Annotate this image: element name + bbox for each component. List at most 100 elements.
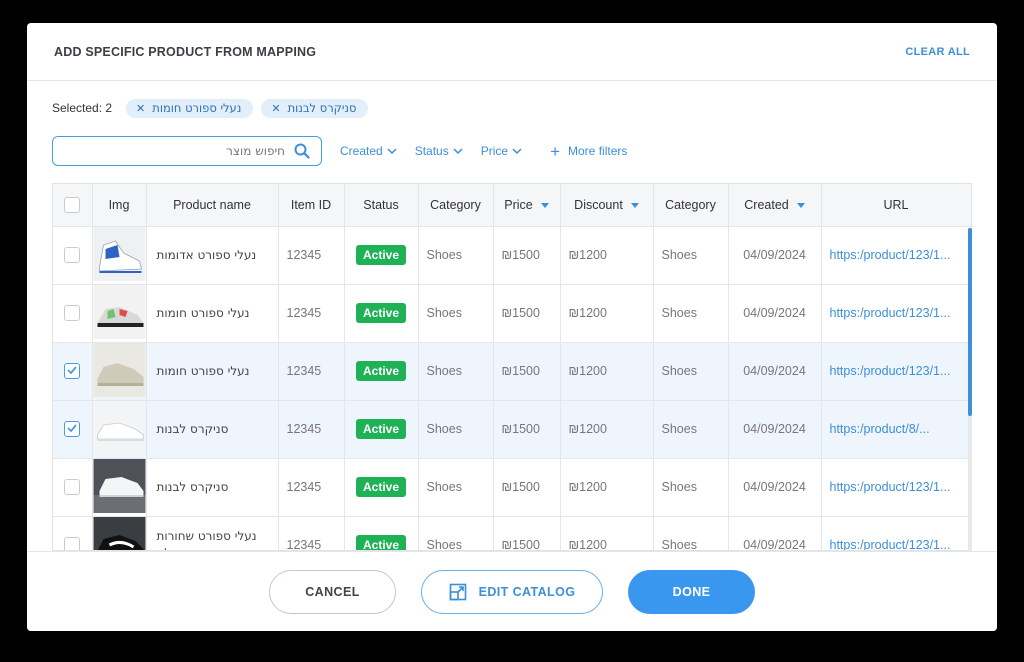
select-all-checkbox[interactable] xyxy=(53,184,93,227)
product-thumbnail xyxy=(93,284,145,339)
filter-created[interactable]: Created xyxy=(340,144,397,158)
checkbox-icon[interactable] xyxy=(64,247,81,263)
product-thumbnail xyxy=(93,342,145,397)
filter-status[interactable]: Status xyxy=(415,144,463,158)
discount: ₪1200 xyxy=(560,516,654,550)
item-id: 12345 xyxy=(278,284,345,343)
product-url-link[interactable]: https:/product/123/1... xyxy=(821,284,971,343)
item-id: 12345 xyxy=(278,400,345,459)
edit-catalog-button[interactable]: EDIT CATALOG xyxy=(421,570,603,614)
product-name: סניקרס לבנות xyxy=(146,458,279,517)
category: Shoes xyxy=(418,516,494,550)
column-label: Created xyxy=(744,197,789,212)
product-name: נעלי ספורט שחורות במהדורה מוגבלת xyxy=(146,516,279,550)
product-thumbnail xyxy=(93,226,145,281)
price: ₪1500 xyxy=(493,516,561,550)
table-row[interactable]: נעלי ספורט חומות 12345 Active Shoes ₪1500 ₪12… xyxy=(53,284,971,343)
chevron-down-icon xyxy=(453,148,463,154)
status-badge: Active xyxy=(355,419,407,439)
selected-chip[interactable]: ✕ נעלי ספורט חומות xyxy=(126,98,254,118)
status-badge: Active xyxy=(355,361,407,381)
filter-label: Created xyxy=(340,144,383,158)
products-table: Img Product name Item ID Status Category… xyxy=(52,183,972,551)
created-date: 04/09/2024 xyxy=(728,226,822,285)
filter-label: Status xyxy=(414,144,449,158)
table-header: Img Product name Item ID Status Category… xyxy=(53,184,971,227)
product-url-link[interactable]: https:/product/123/1... xyxy=(821,342,971,401)
category: Shoes xyxy=(418,400,494,459)
column-header-discount[interactable]: Discount xyxy=(560,184,654,227)
clear-all-button[interactable]: CLEAR ALL xyxy=(905,46,970,58)
price: ₪1500 xyxy=(493,400,561,459)
sort-icon[interactable] xyxy=(796,202,805,208)
column-header-price[interactable]: Price xyxy=(493,184,561,227)
table-row[interactable]: סניקרס לבנות 12345 Active Shoes ₪1500 ₪1200 Sh… xyxy=(53,400,971,459)
filter-price[interactable]: Price xyxy=(481,144,522,158)
product-image xyxy=(92,284,147,343)
created-date: 04/09/2024 xyxy=(728,516,822,550)
sort-icon[interactable] xyxy=(630,202,639,208)
checkbox-icon[interactable] xyxy=(64,421,81,437)
product-image xyxy=(92,342,147,401)
checkbox-icon[interactable] xyxy=(64,305,81,321)
sort-icon[interactable] xyxy=(540,202,549,208)
cancel-button[interactable]: CANCEL xyxy=(269,570,396,614)
row-checkbox[interactable] xyxy=(53,516,93,550)
checkbox-icon[interactable] xyxy=(64,363,81,379)
category-secondary: Shoes xyxy=(653,284,729,343)
category-secondary: Shoes xyxy=(653,226,729,285)
product-thumbnail xyxy=(93,400,145,455)
status-cell: Active xyxy=(344,400,419,459)
row-checkbox[interactable] xyxy=(53,226,93,285)
checkbox-icon[interactable] xyxy=(64,196,81,213)
product-url-link[interactable]: https:/product/123/1... xyxy=(821,458,971,517)
scrollbar-thumb[interactable] xyxy=(968,228,972,416)
chevron-down-icon xyxy=(387,148,397,154)
search-icon[interactable] xyxy=(294,143,310,159)
selected-count: Selected: 2 xyxy=(52,101,113,115)
close-icon[interactable]: ✕ xyxy=(271,102,280,115)
column-header: Item ID xyxy=(278,184,345,227)
row-checkbox[interactable] xyxy=(53,458,93,517)
product-url-link[interactable]: https:/product/123/1... xyxy=(821,516,971,550)
table-scrollbar[interactable] xyxy=(968,228,972,572)
modal-title: ADD SPECIFIC PRODUCT FROM MAPPING xyxy=(54,45,317,59)
status-badge: Active xyxy=(355,303,407,323)
close-icon[interactable]: ✕ xyxy=(136,102,145,115)
search-input[interactable] xyxy=(63,142,285,160)
more-filters-button[interactable]: + More filters xyxy=(550,143,627,160)
more-filters-label: More filters xyxy=(568,144,628,158)
search-box[interactable] xyxy=(52,136,322,166)
item-id: 12345 xyxy=(278,226,345,285)
column-header: Img xyxy=(92,184,147,227)
status-badge: Active xyxy=(355,245,407,265)
column-header-created[interactable]: Created xyxy=(728,184,822,227)
row-checkbox[interactable] xyxy=(53,284,93,343)
table-row[interactable]: סניקרס לבנות 12345 Active Shoes ₪1500 ₪1200 Sh… xyxy=(53,458,971,517)
item-id: 12345 xyxy=(278,516,345,550)
table-row[interactable]: נעלי ספורט שחורות במהדורה מוגבלת12345 Act… xyxy=(53,516,971,550)
selected-chip[interactable]: ✕ סניקרס לבנות xyxy=(261,98,369,118)
discount: ₪1200 xyxy=(560,226,654,285)
status-cell: Active xyxy=(344,226,419,285)
status-badge: Active xyxy=(355,477,407,497)
table-row[interactable]: נעלי ספורט אדומות 12345 Active Shoes ₪1500 ₪1… xyxy=(53,226,971,285)
price: ₪1500 xyxy=(493,284,561,343)
edit-catalog-label: EDIT CATALOG xyxy=(478,585,576,599)
product-url-link[interactable]: https:/product/123/1... xyxy=(821,226,971,285)
row-checkbox[interactable] xyxy=(53,342,93,401)
checkbox-icon[interactable] xyxy=(64,537,81,550)
discount: ₪1200 xyxy=(560,342,654,401)
row-checkbox[interactable] xyxy=(53,400,93,459)
column-label: Discount xyxy=(574,197,623,212)
status-cell: Active xyxy=(344,516,419,550)
category: Shoes xyxy=(418,458,494,517)
product-thumbnail xyxy=(93,458,145,513)
category-secondary: Shoes xyxy=(653,342,729,401)
table-row[interactable]: נעלי ספורט חומות 12345 Active Shoes ₪1500 ₪12… xyxy=(53,342,971,401)
column-header: Status xyxy=(344,184,419,227)
product-url-link[interactable]: https:/product/8/... xyxy=(821,400,971,459)
done-button[interactable]: DONE xyxy=(628,570,755,614)
product-name: נעלי ספורט חומות xyxy=(146,342,279,401)
checkbox-icon[interactable] xyxy=(64,479,81,495)
